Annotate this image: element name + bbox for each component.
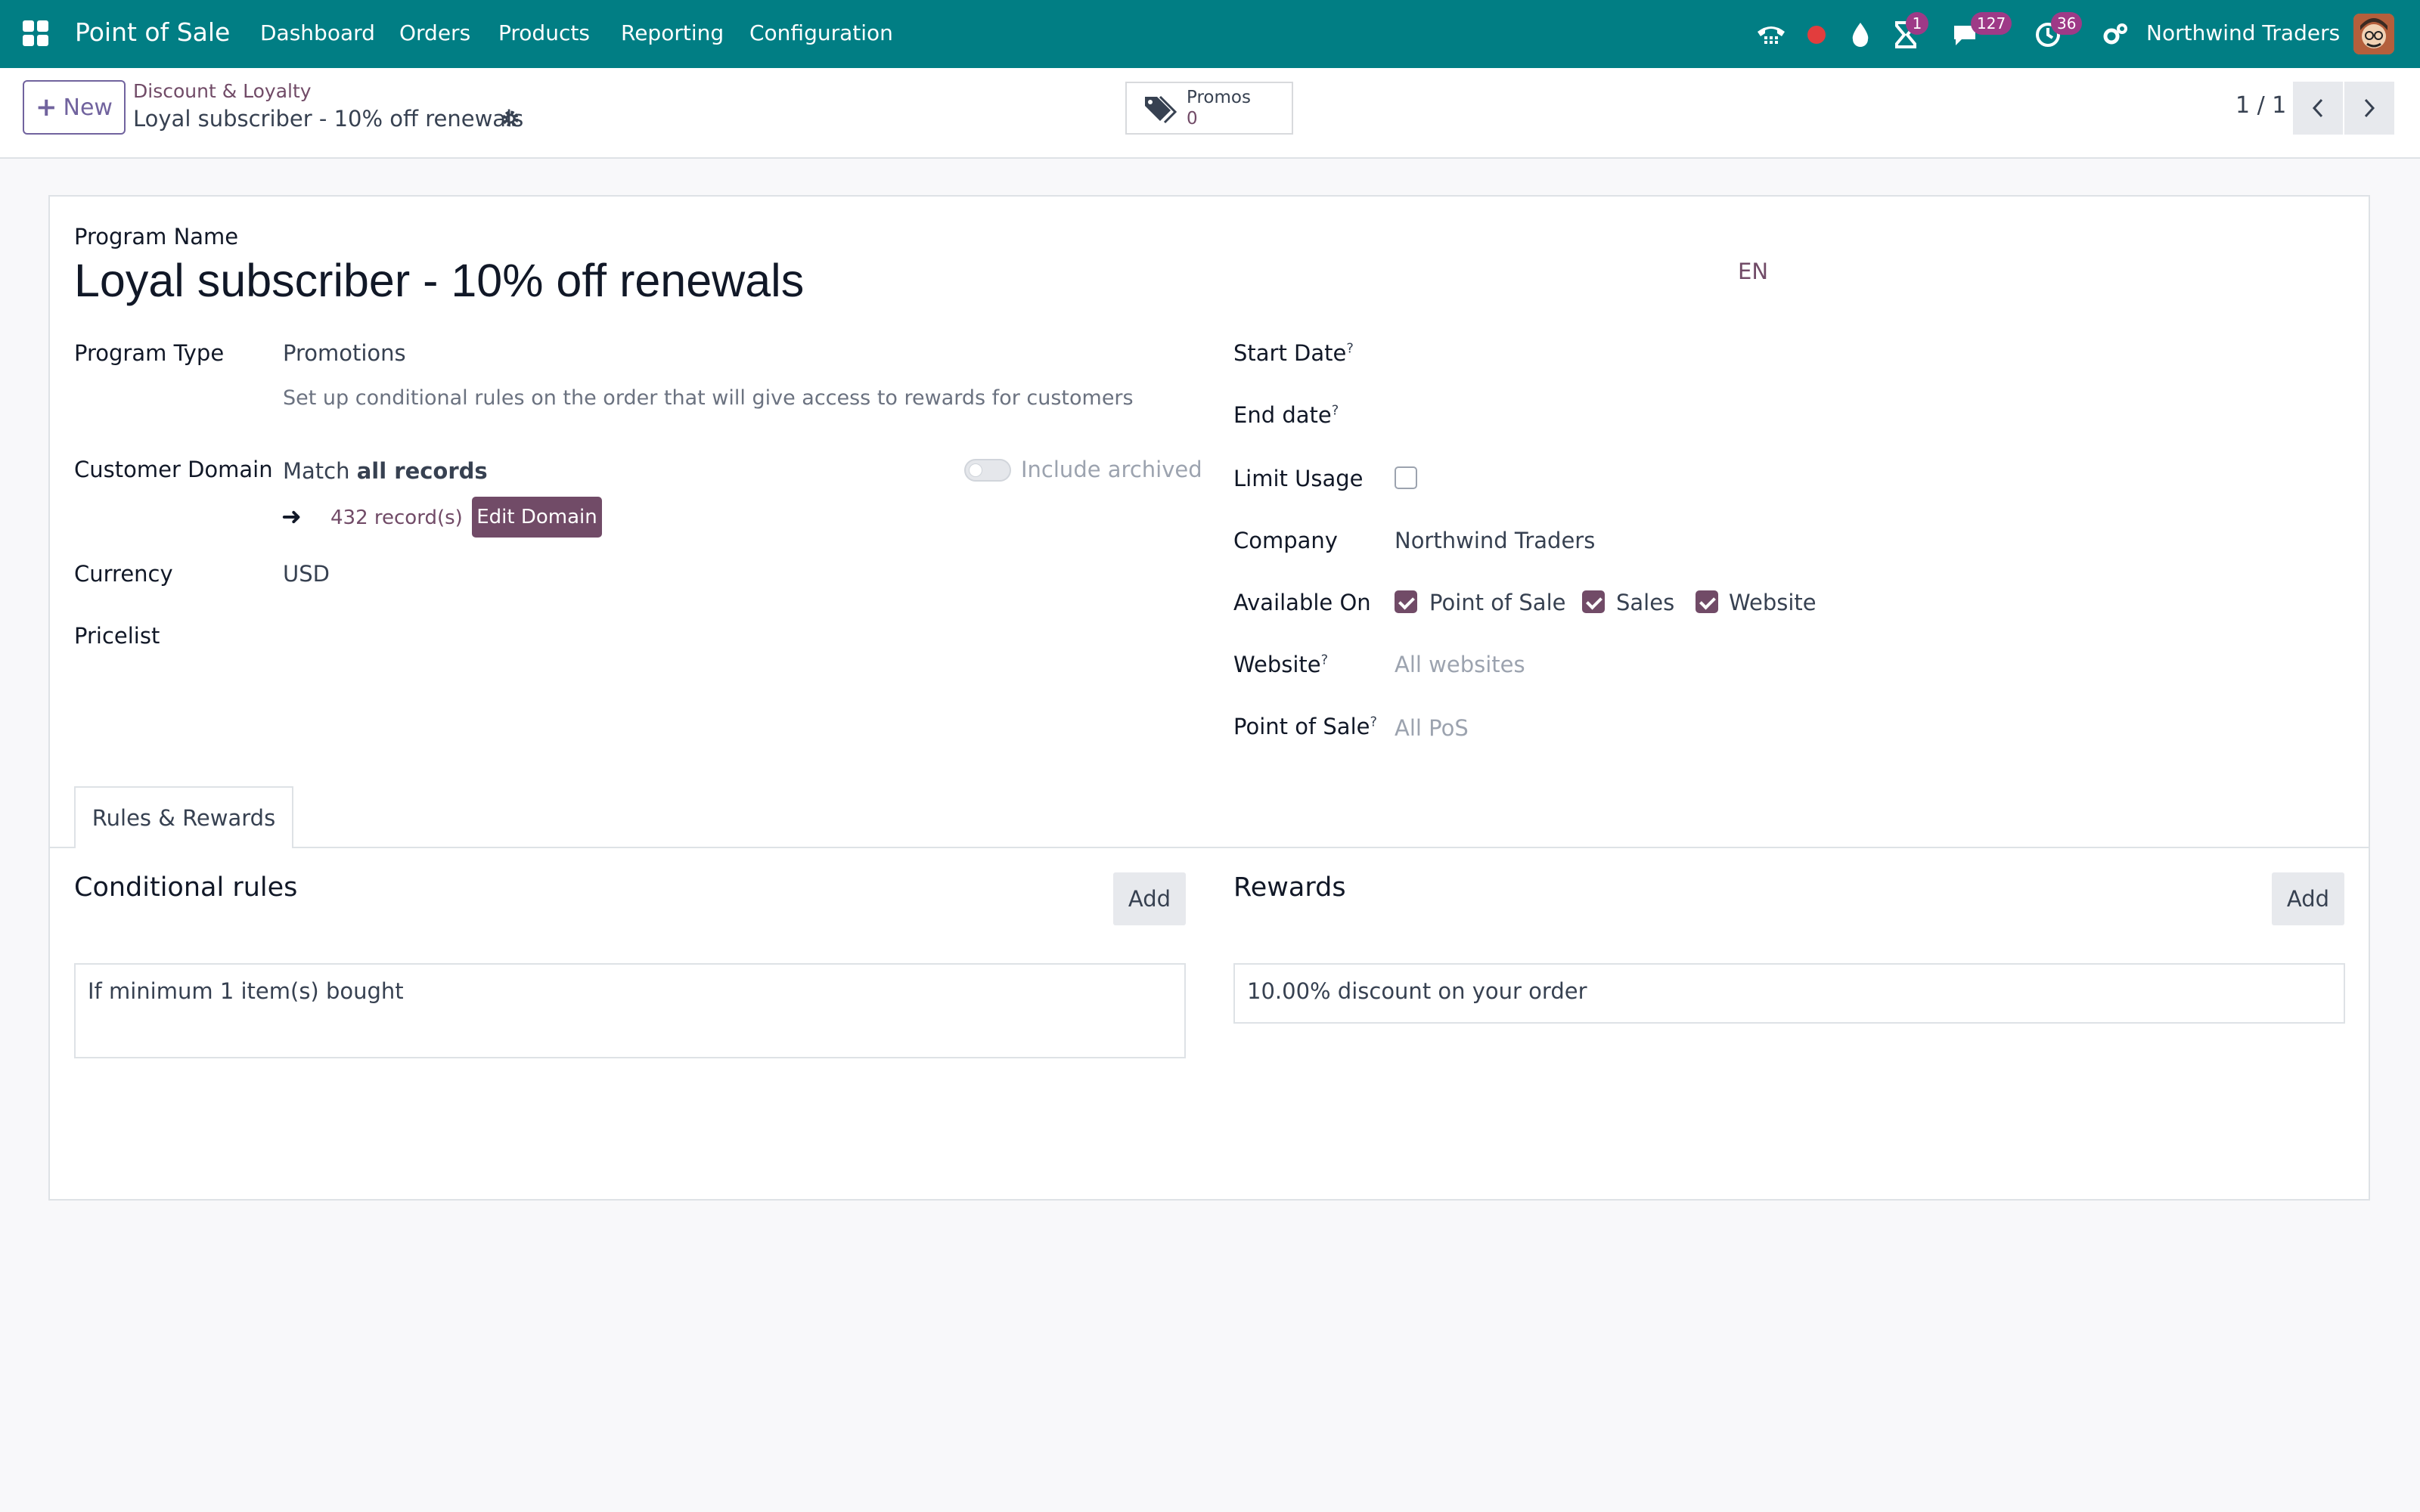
include-archived-toggle[interactable] (964, 459, 1011, 482)
breadcrumb-current: Loyal subscriber - 10% off renewals (133, 106, 524, 132)
breadcrumb-parent[interactable]: Discount & Loyalty (133, 80, 312, 102)
menu-orders[interactable]: Orders (399, 20, 470, 45)
messages-badge: 127 (1971, 12, 2012, 35)
company-field[interactable]: Northwind Traders (1395, 528, 1595, 553)
rule-card[interactable]: If minimum 1 item(s) bought (74, 963, 1186, 1058)
limit-usage-label: Limit Usage (1233, 466, 1364, 491)
pos-label: Point of Sale? (1233, 714, 1378, 739)
program-type-help: Set up conditional rules on the order th… (283, 386, 1134, 410)
promos-label: Promos (1187, 88, 1251, 107)
gear-icon[interactable] (499, 107, 522, 130)
available-website-label: Website (1729, 590, 1817, 615)
company-switcher[interactable]: Northwind Traders (2146, 20, 2340, 45)
tags-icon (1145, 95, 1177, 124)
records-count-link[interactable]: 432 record(s) (330, 507, 463, 529)
reward-card[interactable]: 10.00% discount on your order (1233, 963, 2345, 1024)
menu-products[interactable]: Products (498, 20, 590, 45)
tab-rules-rewards[interactable]: Rules & Rewards (74, 786, 293, 848)
start-date-field[interactable] (1395, 336, 2340, 369)
tab-divider (50, 847, 2369, 848)
end-date-field[interactable] (1395, 398, 2340, 431)
domain-match-prefix: Match (283, 458, 350, 484)
pricelist-field[interactable] (283, 618, 1183, 652)
pager-previous-button[interactable] (2293, 82, 2343, 135)
rewards-title: Rewards (1233, 872, 1346, 903)
available-on-label: Available On (1233, 590, 1371, 615)
include-archived-label: Include archived (1021, 457, 1202, 482)
promos-smart-button[interactable]: Promos 0 (1125, 82, 1293, 135)
avatar[interactable] (2353, 14, 2394, 54)
pricelist-label: Pricelist (74, 623, 160, 649)
menu-dashboard[interactable]: Dashboard (260, 20, 375, 45)
customer-domain-label: Customer Domain (74, 457, 273, 482)
new-button[interactable]: + New (23, 80, 126, 135)
settings-icon[interactable] (2098, 18, 2131, 51)
available-pos-label: Point of Sale (1429, 590, 1566, 615)
plus-icon: + (36, 92, 57, 122)
domain-summary: Match all records (283, 458, 488, 484)
pager-value[interactable]: 1 / 1 (2235, 92, 2286, 119)
edit-domain-button[interactable]: Edit Domain (472, 497, 602, 538)
chevron-left-icon (2312, 98, 2323, 118)
program-type-label: Program Type (74, 340, 225, 366)
add-rule-button[interactable]: Add (1113, 872, 1186, 925)
start-date-label: Start Date? (1233, 340, 1354, 366)
website-label: Website? (1233, 652, 1329, 677)
conditional-rules-title: Conditional rules (74, 872, 298, 903)
drop-icon[interactable] (1844, 18, 1877, 51)
menu-reporting[interactable]: Reporting (621, 20, 724, 45)
activities-badge: 1 (1906, 12, 1928, 35)
new-button-label: New (63, 94, 113, 121)
phone-icon[interactable] (1754, 18, 1788, 51)
add-reward-button[interactable]: Add (2272, 872, 2344, 925)
pager-next-button[interactable] (2344, 82, 2394, 135)
available-sales-checkbox[interactable] (1582, 590, 1605, 613)
available-sales-label: Sales (1616, 590, 1675, 615)
website-field[interactable]: All websites (1395, 652, 1525, 677)
currency-label: Currency (74, 561, 173, 587)
program-name-label: Program Name (74, 224, 239, 249)
company-label: Company (1233, 528, 1338, 553)
pos-field[interactable]: All PoS (1395, 715, 1469, 741)
chevron-right-icon (2364, 98, 2375, 118)
domain-match-bold: all records (356, 458, 488, 484)
clock-badge: 36 (2051, 12, 2083, 35)
app-name[interactable]: Point of Sale (75, 17, 230, 47)
available-website-checkbox[interactable] (1696, 590, 1718, 613)
program-name-field[interactable]: Loyal subscriber - 10% off renewals (74, 254, 804, 307)
end-date-label: End date? (1233, 402, 1339, 428)
available-pos-checkbox[interactable] (1395, 590, 1417, 613)
apps-grid-icon[interactable] (23, 20, 48, 46)
arrow-right-icon: ➜ (281, 502, 302, 531)
currency-field[interactable]: USD (283, 561, 330, 587)
program-type-field[interactable]: Promotions (283, 340, 406, 366)
promos-count: 0 (1187, 109, 1198, 129)
limit-usage-checkbox[interactable] (1395, 466, 1417, 489)
menu-configuration[interactable]: Configuration (749, 20, 893, 45)
language-button[interactable]: EN (1738, 259, 1768, 284)
status-dot-icon[interactable] (1800, 18, 1833, 51)
